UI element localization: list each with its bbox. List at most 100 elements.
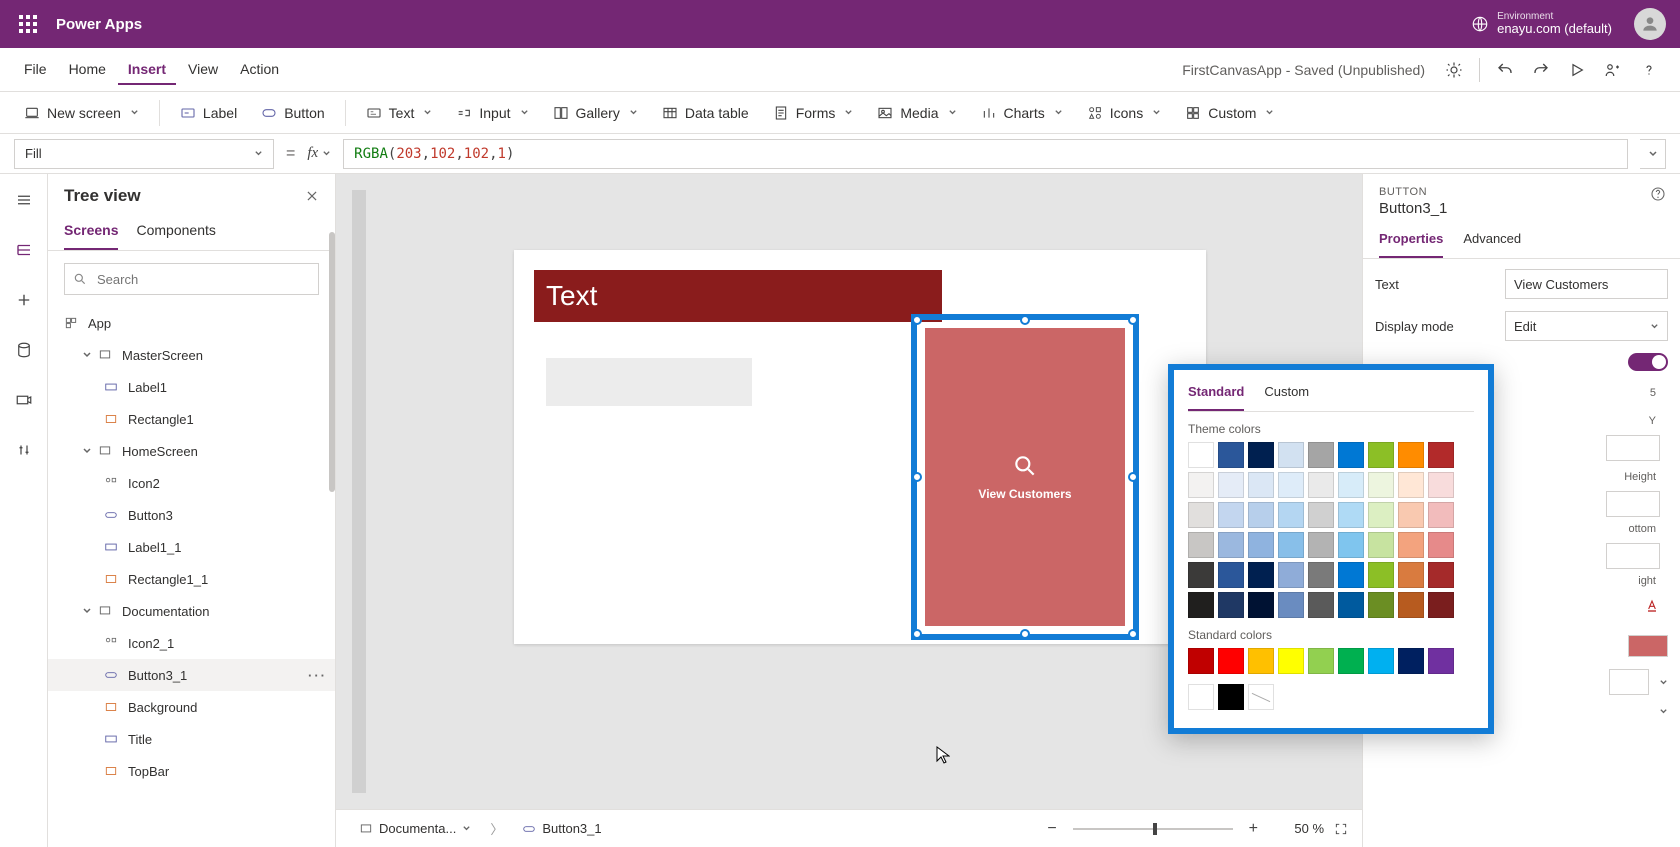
color-swatch[interactable] bbox=[1308, 502, 1334, 528]
prop-fill-chip[interactable] bbox=[1628, 635, 1668, 657]
close-tree-button[interactable] bbox=[305, 189, 319, 203]
insert-forms-dropdown[interactable]: Forms bbox=[763, 100, 864, 126]
rail-data[interactable] bbox=[8, 334, 40, 366]
tree-node-icon2[interactable]: Icon2 bbox=[48, 467, 335, 499]
resize-handle[interactable] bbox=[912, 629, 922, 639]
rail-treeview[interactable] bbox=[8, 234, 40, 266]
prop-mini-input[interactable] bbox=[1606, 435, 1660, 461]
rail-media[interactable] bbox=[8, 384, 40, 416]
fit-to-screen-button[interactable] bbox=[1334, 822, 1348, 836]
expand-formula-button[interactable] bbox=[1640, 139, 1666, 169]
color-swatch[interactable] bbox=[1308, 648, 1334, 674]
new-screen-button[interactable]: New screen bbox=[14, 100, 149, 126]
advanced-tab[interactable]: Advanced bbox=[1463, 223, 1521, 258]
prop-mini-input[interactable] bbox=[1609, 669, 1649, 695]
color-swatch[interactable] bbox=[1218, 648, 1244, 674]
picker-tab-standard[interactable]: Standard bbox=[1188, 378, 1244, 411]
tree-node-rectangle1[interactable]: Rectangle1 bbox=[48, 403, 335, 435]
color-swatch[interactable] bbox=[1428, 502, 1454, 528]
color-swatch[interactable] bbox=[1188, 502, 1214, 528]
color-swatch[interactable] bbox=[1398, 502, 1424, 528]
color-swatch[interactable] bbox=[1428, 592, 1454, 618]
zoom-in-button[interactable]: + bbox=[1243, 820, 1264, 838]
tree-node-homescreen[interactable]: HomeScreen bbox=[48, 435, 335, 467]
menu-insert[interactable]: Insert bbox=[118, 55, 176, 85]
insert-media-dropdown[interactable]: Media bbox=[867, 100, 966, 126]
insert-button-button[interactable]: Button bbox=[251, 100, 334, 126]
undo-button[interactable] bbox=[1488, 53, 1522, 87]
color-swatch[interactable] bbox=[1428, 648, 1454, 674]
zoom-slider[interactable] bbox=[1073, 828, 1233, 830]
color-swatch[interactable] bbox=[1278, 442, 1304, 468]
color-swatch[interactable] bbox=[1368, 472, 1394, 498]
color-swatch[interactable] bbox=[1188, 532, 1214, 558]
tree-tab-screens[interactable]: Screens bbox=[64, 218, 118, 250]
color-swatch[interactable] bbox=[1368, 442, 1394, 468]
tree-search-input[interactable] bbox=[95, 271, 310, 288]
color-swatch[interactable] bbox=[1248, 472, 1274, 498]
color-swatch[interactable] bbox=[1308, 472, 1334, 498]
color-swatch[interactable] bbox=[1188, 442, 1214, 468]
insert-input-dropdown[interactable]: Input bbox=[446, 100, 538, 126]
color-swatch[interactable] bbox=[1278, 648, 1304, 674]
color-swatch[interactable] bbox=[1188, 648, 1214, 674]
menu-view[interactable]: View bbox=[178, 55, 228, 85]
scrollbar[interactable] bbox=[329, 232, 335, 492]
tree-search-box[interactable] bbox=[64, 263, 319, 295]
redo-button[interactable] bbox=[1524, 53, 1558, 87]
prop-displaymode-select[interactable]: Edit bbox=[1505, 311, 1668, 341]
color-swatch[interactable] bbox=[1368, 532, 1394, 558]
color-swatch[interactable] bbox=[1338, 648, 1364, 674]
rail-advanced[interactable] bbox=[8, 434, 40, 466]
tree-node-app[interactable]: App bbox=[48, 307, 335, 339]
color-swatch[interactable] bbox=[1278, 472, 1304, 498]
tree-node-background[interactable]: Background bbox=[48, 691, 335, 723]
color-swatch[interactable] bbox=[1278, 562, 1304, 588]
insert-label-button[interactable]: Label bbox=[170, 100, 247, 126]
share-button[interactable] bbox=[1596, 53, 1630, 87]
menu-home[interactable]: Home bbox=[59, 55, 116, 85]
prop-mini-input[interactable] bbox=[1606, 543, 1660, 569]
more-options-icon[interactable]: ··· bbox=[308, 668, 327, 683]
color-swatch[interactable] bbox=[1338, 562, 1364, 588]
tree-node-label1[interactable]: Label1 bbox=[48, 371, 335, 403]
color-swatch[interactable] bbox=[1338, 442, 1364, 468]
color-swatch[interactable] bbox=[1338, 592, 1364, 618]
breadcrumb-control[interactable]: Button3_1 bbox=[513, 816, 610, 841]
prop-visible-toggle[interactable] bbox=[1628, 353, 1668, 371]
color-swatch[interactable] bbox=[1248, 562, 1274, 588]
canvas-title-label[interactable]: Text bbox=[534, 270, 942, 322]
menu-action[interactable]: Action bbox=[230, 55, 289, 85]
fx-button[interactable]: fx bbox=[307, 145, 331, 162]
design-canvas[interactable]: Text View Customers bbox=[514, 250, 1206, 644]
color-swatch[interactable] bbox=[1338, 532, 1364, 558]
color-swatch[interactable] bbox=[1218, 684, 1244, 710]
properties-tab[interactable]: Properties bbox=[1379, 223, 1443, 258]
insert-gallery-dropdown[interactable]: Gallery bbox=[543, 100, 648, 126]
tree-node-title[interactable]: Title bbox=[48, 723, 335, 755]
tree-node-topbar[interactable]: TopBar bbox=[48, 755, 335, 787]
resize-handle[interactable] bbox=[912, 472, 922, 482]
color-swatch[interactable] bbox=[1368, 502, 1394, 528]
tree-node-button3[interactable]: Button3 bbox=[48, 499, 335, 531]
insert-charts-dropdown[interactable]: Charts bbox=[971, 100, 1073, 126]
property-selector[interactable]: Fill bbox=[14, 139, 274, 169]
color-swatch[interactable] bbox=[1278, 502, 1304, 528]
color-swatch[interactable] bbox=[1218, 502, 1244, 528]
color-swatch[interactable] bbox=[1248, 532, 1274, 558]
color-swatch[interactable] bbox=[1278, 592, 1304, 618]
breadcrumb-screen[interactable]: Documenta... bbox=[350, 816, 480, 841]
tree-node-icon2-1[interactable]: Icon2_1 bbox=[48, 627, 335, 659]
app-launcher-button[interactable] bbox=[8, 4, 48, 44]
color-swatch[interactable] bbox=[1368, 592, 1394, 618]
app-checker-button[interactable] bbox=[1437, 53, 1471, 87]
prop-text-input[interactable]: View Customers bbox=[1505, 269, 1668, 299]
resize-handle[interactable] bbox=[1128, 472, 1138, 482]
play-button[interactable] bbox=[1560, 53, 1594, 87]
color-swatch[interactable] bbox=[1218, 472, 1244, 498]
color-swatch[interactable] bbox=[1338, 472, 1364, 498]
color-swatch[interactable] bbox=[1428, 442, 1454, 468]
color-swatch[interactable] bbox=[1248, 592, 1274, 618]
color-swatch[interactable] bbox=[1188, 472, 1214, 498]
insert-text-dropdown[interactable]: Text bbox=[356, 100, 443, 126]
